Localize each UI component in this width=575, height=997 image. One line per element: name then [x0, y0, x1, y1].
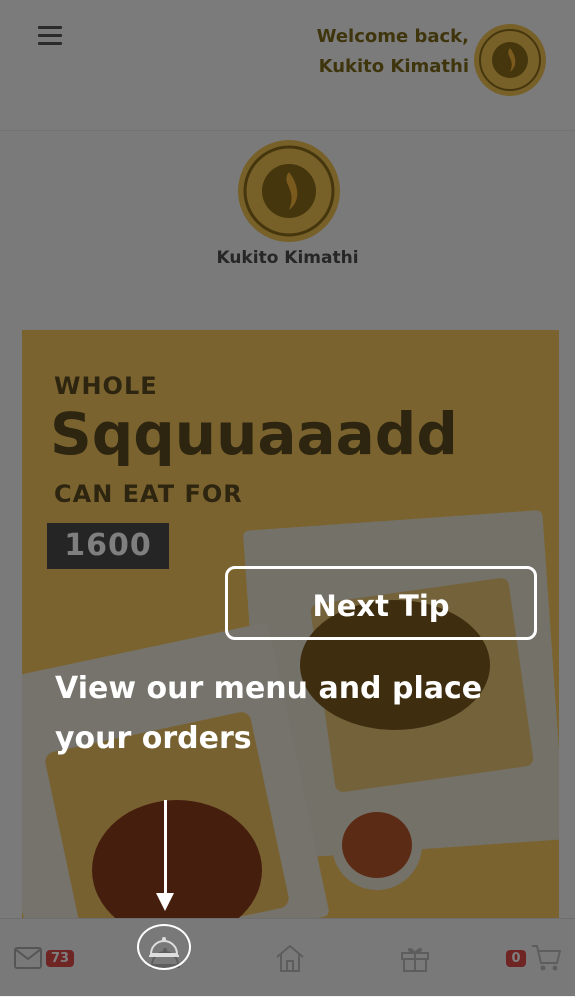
- tip-overlay[interactable]: [0, 0, 575, 996]
- next-tip-button[interactable]: Next Tip: [225, 566, 537, 640]
- tip-arrow-shaft: [164, 800, 167, 895]
- menu-highlight-ring[interactable]: [137, 924, 191, 970]
- food-cloche-icon-highlighted: [149, 937, 179, 957]
- tip-arrow-down-icon: [156, 893, 174, 911]
- tip-message: View our menu and place your orders: [55, 671, 483, 756]
- app-screen: Welcome back, Kukito Kimathi Kukito Kima…: [0, 0, 575, 997]
